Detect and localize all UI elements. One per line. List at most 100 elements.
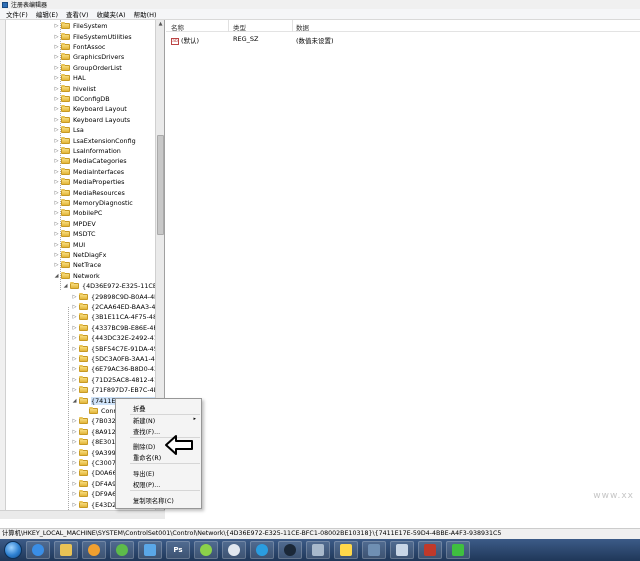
- tree-item[interactable]: ▷ {DF9A6: [72, 489, 116, 499]
- tree-item[interactable]: ▷ MUI: [54, 239, 85, 249]
- menu-item-collapse[interactable]: 折叠: [133, 404, 146, 413]
- expand-arrow-icon[interactable]: ▷: [72, 314, 77, 320]
- expand-arrow-icon[interactable]: ▷: [54, 127, 59, 133]
- tree-item[interactable]: ▷ {71D25AC8-4812-412: [72, 375, 162, 385]
- taskbar-steam-icon[interactable]: [278, 541, 302, 559]
- expand-arrow-icon[interactable]: ▷: [54, 86, 59, 92]
- tree-item[interactable]: ▷ MobilePC: [54, 208, 102, 218]
- taskbar-player-icon[interactable]: [194, 541, 218, 559]
- expand-arrow-icon[interactable]: ▷: [72, 460, 77, 466]
- taskbar-app-icon-3[interactable]: [446, 541, 470, 559]
- expand-arrow-icon[interactable]: ▷: [72, 335, 77, 341]
- tree-item[interactable]: ▷ LsaInformation: [54, 146, 121, 156]
- expand-arrow-icon[interactable]: ▷: [54, 65, 59, 71]
- taskbar-regedit-icon[interactable]: [390, 541, 414, 559]
- menu-item-export[interactable]: 导出(E): [133, 469, 155, 478]
- expand-arrow-icon[interactable]: ▷: [54, 96, 59, 102]
- expand-arrow-icon[interactable]: ▷: [54, 262, 59, 268]
- expand-arrow-icon[interactable]: ▷: [72, 481, 77, 487]
- menu-view[interactable]: 查看(V): [62, 9, 93, 19]
- taskbar-game-icon[interactable]: [334, 541, 358, 559]
- tree-horizontal-scrollbar[interactable]: [0, 510, 165, 519]
- tree-item[interactable]: ▷ LsaExtensionConfig: [54, 135, 136, 145]
- expand-arrow-icon[interactable]: ▷: [54, 117, 59, 123]
- column-separator[interactable]: [292, 20, 293, 32]
- tree-item[interactable]: ▷ Keyboard Layouts: [54, 115, 130, 125]
- tree-item[interactable]: ▷ {29898C9D-B0A4-4FE: [72, 291, 162, 301]
- taskbar-bird-icon[interactable]: [138, 541, 162, 559]
- taskbar-media-icon[interactable]: [82, 541, 106, 559]
- expand-arrow-icon[interactable]: ▷: [54, 231, 59, 237]
- tree-item[interactable]: ▷ HAL: [54, 73, 86, 83]
- expand-arrow-icon[interactable]: ▷: [54, 148, 59, 154]
- tree-item[interactable]: ▷ NetDiagFx: [54, 250, 106, 260]
- tree-item[interactable]: ▷ FileSystemUtilities: [54, 31, 132, 41]
- taskbar-k-icon[interactable]: [250, 541, 274, 559]
- tree-item[interactable]: ◢ Network: [54, 271, 100, 281]
- tree-item[interactable]: ▷ {7B032E: [72, 416, 120, 426]
- collapse-arrow-icon[interactable]: ◢: [72, 398, 77, 404]
- taskbar-explorer-icon[interactable]: [54, 541, 78, 559]
- expand-arrow-icon[interactable]: ▷: [54, 75, 59, 81]
- scroll-thumb[interactable]: [157, 135, 164, 235]
- tree-item[interactable]: ▷ hivelist: [54, 83, 96, 93]
- tree-item[interactable]: ▷ {C3007C: [72, 458, 120, 468]
- expand-arrow-icon[interactable]: ▷: [72, 470, 77, 476]
- tree-item[interactable]: ▷ {6E79AC36-B8D0-437: [72, 364, 162, 374]
- tree-item[interactable]: ▷ FontAssoc: [54, 42, 105, 52]
- values-list-pane[interactable]: 名称 类型 数据 ab (默认) REG_SZ (数值未设置): [166, 20, 640, 518]
- expand-arrow-icon[interactable]: ▷: [54, 252, 59, 258]
- tree-item[interactable]: ▷ {3B1E11CA-4F75-480: [72, 312, 161, 322]
- menu-help[interactable]: 帮助(H): [130, 9, 161, 19]
- taskbar-photoshop-icon[interactable]: Ps: [166, 541, 190, 559]
- expand-arrow-icon[interactable]: ▷: [54, 200, 59, 206]
- expand-arrow-icon[interactable]: ▷: [72, 429, 77, 435]
- menu-item-new[interactable]: 新建(N): [133, 416, 155, 425]
- tree-item[interactable]: ▷ MediaCategories: [54, 156, 127, 166]
- tree-item-connection[interactable]: Conn: [82, 406, 117, 416]
- tree-item[interactable]: ▷ Lsa: [54, 125, 84, 135]
- expand-arrow-icon[interactable]: ▷: [54, 210, 59, 216]
- tree-item[interactable]: ▷ {71F897D7-EB7C-4D8: [72, 385, 163, 395]
- tree-item[interactable]: ▷ {E43D24: [72, 499, 120, 509]
- tree-item[interactable]: ▷ MSDTC: [54, 229, 95, 239]
- start-button[interactable]: [4, 541, 22, 559]
- tree-item[interactable]: ▷ {8E301A: [72, 437, 120, 447]
- menu-item-rename[interactable]: 重命名(R): [133, 453, 161, 462]
- menu-favorites[interactable]: 收藏夹(A): [93, 9, 130, 19]
- expand-arrow-icon[interactable]: ▷: [72, 366, 77, 372]
- column-separator[interactable]: [228, 20, 229, 32]
- expand-arrow-icon[interactable]: ▷: [72, 491, 77, 497]
- expand-arrow-icon[interactable]: ▷: [72, 502, 77, 508]
- tree-item[interactable]: ▷ GraphicsDrivers: [54, 52, 124, 62]
- menu-item-find[interactable]: 查找(F)...: [133, 427, 160, 436]
- expand-arrow-icon[interactable]: ▷: [54, 138, 59, 144]
- tree-item[interactable]: ▷ NetTrace: [54, 260, 101, 270]
- tree-item[interactable]: ▷ {9A399D: [72, 447, 121, 457]
- tree-item[interactable]: ▷ MemoryDiagnostic: [54, 198, 133, 208]
- expand-arrow-icon[interactable]: ▷: [54, 44, 59, 50]
- expand-arrow-icon[interactable]: ▷: [72, 439, 77, 445]
- taskbar-app-icon[interactable]: [110, 541, 134, 559]
- tree-item[interactable]: ▷ {D0A66: [72, 468, 117, 478]
- expand-arrow-icon[interactable]: ▷: [72, 356, 77, 362]
- expand-arrow-icon[interactable]: ▷: [54, 169, 59, 175]
- tree-item[interactable]: ▷ {5BF54C7E-91DA-457: [72, 343, 162, 353]
- column-name[interactable]: 名称: [171, 22, 184, 32]
- expand-arrow-icon[interactable]: ▷: [54, 23, 59, 29]
- tree-item[interactable]: ▷ {4337BC9B-E86E-4F7: [72, 323, 161, 333]
- column-data[interactable]: 数据: [296, 22, 309, 32]
- expand-arrow-icon[interactable]: ▷: [54, 190, 59, 196]
- tree-item[interactable]: ▷ MediaInterfaces: [54, 167, 124, 177]
- expand-arrow-icon[interactable]: ▷: [54, 34, 59, 40]
- tree-item[interactable]: ◢ {4D36E972-E325-11CE-B: [63, 281, 163, 291]
- expand-arrow-icon[interactable]: ▷: [54, 221, 59, 227]
- expand-arrow-icon[interactable]: ▷: [72, 325, 77, 331]
- taskbar-photo-icon[interactable]: [306, 541, 330, 559]
- tree-item[interactable]: ▷ IDConfigDB: [54, 94, 110, 104]
- tree-item[interactable]: ▷ MPDEV: [54, 219, 96, 229]
- menu-item-permissions[interactable]: 权限(P)...: [133, 480, 160, 489]
- collapse-arrow-icon[interactable]: ◢: [54, 273, 59, 279]
- tree-item[interactable]: ▷ Keyboard Layout: [54, 104, 127, 114]
- tree-item[interactable]: ▷ MediaResources: [54, 187, 125, 197]
